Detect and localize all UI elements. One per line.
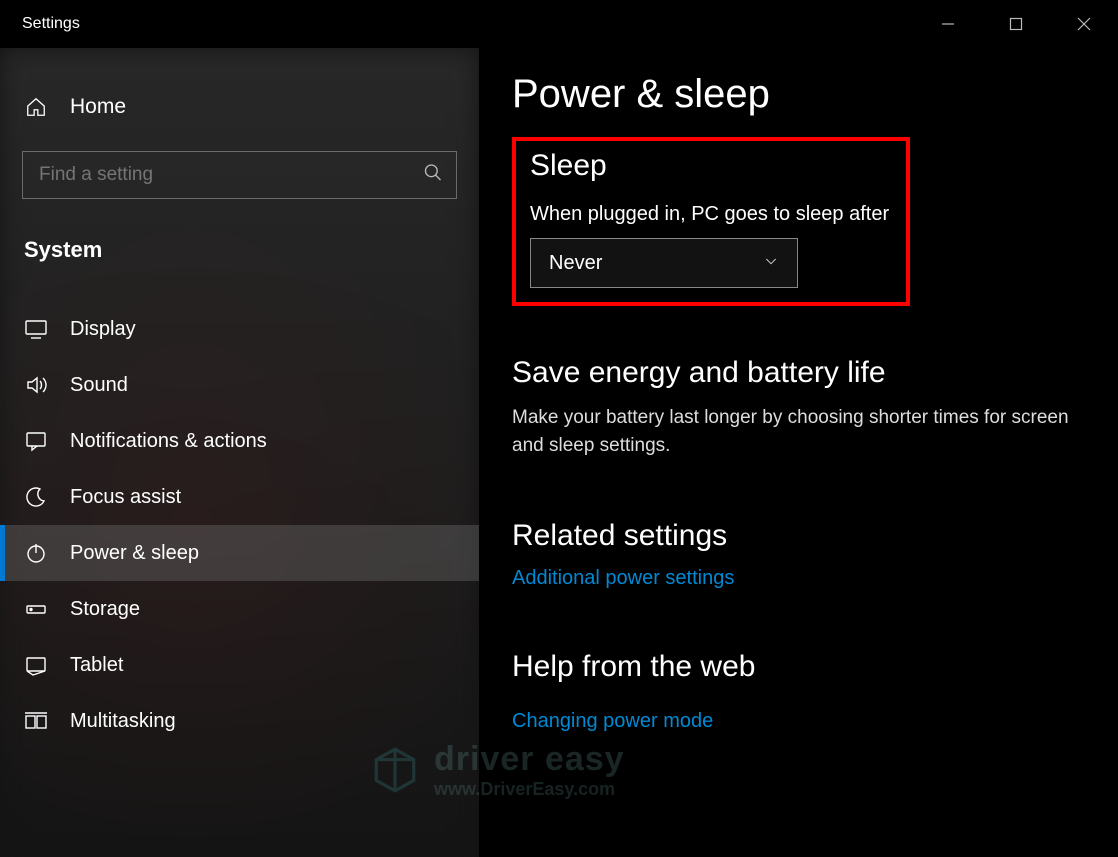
sidebar: Home System Display Sound	[0, 48, 479, 857]
help-heading: Help from the web	[512, 650, 1096, 684]
sidebar-item-display[interactable]: Display	[0, 301, 479, 357]
page-title: Power & sleep	[512, 72, 1096, 117]
maximize-button[interactable]	[982, 0, 1050, 48]
sleep-timeout-value: Never	[549, 252, 602, 275]
sidebar-item-notifications[interactable]: Notifications & actions	[0, 413, 479, 469]
sidebar-item-sound[interactable]: Sound	[0, 357, 479, 413]
energy-heading: Save energy and battery life	[512, 356, 1096, 390]
power-icon	[24, 541, 48, 565]
related-heading: Related settings	[512, 519, 1096, 553]
chevron-down-icon	[763, 252, 779, 275]
sleep-section-highlight: Sleep When plugged in, PC goes to sleep …	[512, 137, 910, 306]
tablet-icon	[24, 653, 48, 677]
sidebar-item-label: Storage	[70, 598, 140, 621]
sleep-heading: Sleep	[530, 149, 892, 183]
main-content: Power & sleep Sleep When plugged in, PC …	[479, 48, 1118, 857]
search-input[interactable]	[22, 151, 457, 199]
window-title: Settings	[0, 15, 80, 33]
sidebar-item-label: Notifications & actions	[70, 430, 267, 453]
sidebar-item-label: Tablet	[70, 654, 123, 677]
sidebar-item-tablet[interactable]: Tablet	[0, 637, 479, 693]
changing-power-mode-link[interactable]: Changing power mode	[512, 710, 1096, 733]
storage-icon	[24, 597, 48, 621]
home-icon	[24, 95, 48, 119]
sidebar-item-multitasking[interactable]: Multitasking	[0, 693, 479, 749]
sidebar-item-label: Focus assist	[70, 486, 181, 509]
home-label: Home	[70, 95, 126, 119]
related-section: Related settings Additional power settin…	[512, 519, 1096, 590]
sleep-field-label: When plugged in, PC goes to sleep after	[530, 203, 892, 226]
search-icon	[423, 163, 443, 188]
additional-power-settings-link[interactable]: Additional power settings	[512, 567, 1096, 590]
help-section: Help from the web Changing power mode	[512, 650, 1096, 733]
sidebar-item-label: Display	[70, 318, 136, 341]
energy-desc: Make your battery last longer by choosin…	[512, 404, 1077, 459]
energy-section: Save energy and battery life Make your b…	[512, 356, 1096, 459]
moon-icon	[24, 485, 48, 509]
sidebar-item-label: Power & sleep	[70, 542, 199, 565]
close-button[interactable]	[1050, 0, 1118, 48]
sidebar-item-label: Multitasking	[70, 710, 176, 733]
sidebar-item-power-sleep[interactable]: Power & sleep	[0, 525, 479, 581]
sidebar-item-storage[interactable]: Storage	[0, 581, 479, 637]
display-icon	[24, 317, 48, 341]
sleep-timeout-select[interactable]: Never	[530, 238, 798, 288]
search-wrap	[22, 151, 457, 199]
category-label: System	[0, 221, 479, 281]
sidebar-item-focus-assist[interactable]: Focus assist	[0, 469, 479, 525]
titlebar: Settings	[0, 0, 1118, 48]
sound-icon	[24, 373, 48, 397]
sidebar-item-label: Sound	[70, 374, 128, 397]
minimize-button[interactable]	[914, 0, 982, 48]
home-nav[interactable]: Home	[0, 83, 479, 131]
notifications-icon	[24, 429, 48, 453]
multitasking-icon	[24, 709, 48, 733]
